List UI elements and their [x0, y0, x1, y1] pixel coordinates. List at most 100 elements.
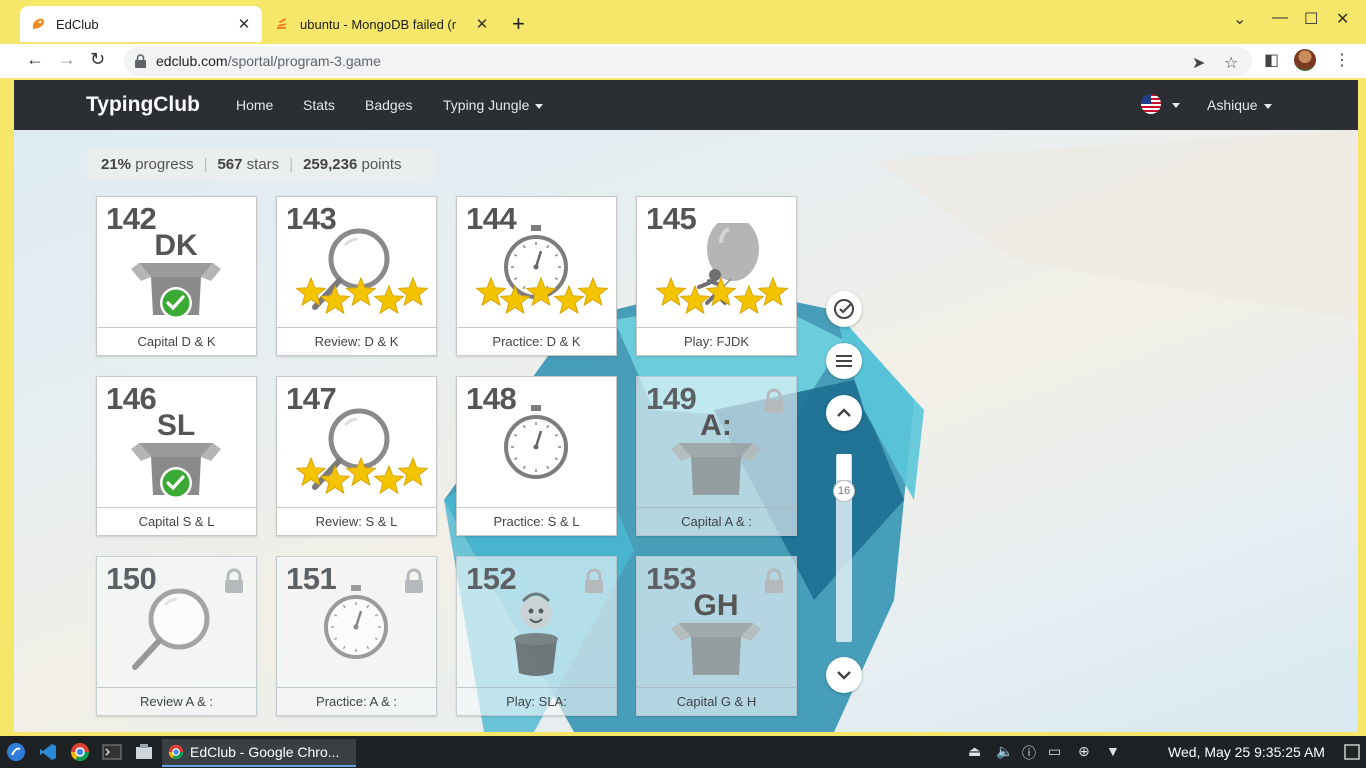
star-icon — [397, 456, 429, 487]
lesson-card-146[interactable]: SL 146 Capital S & L — [96, 376, 257, 536]
wifi-icon[interactable]: ▼ — [1106, 743, 1120, 759]
lesson-number: 150 — [106, 561, 157, 596]
lesson-number: 147 — [286, 381, 337, 416]
volume-icon[interactable]: 🔈 — [996, 743, 1013, 760]
add-icon[interactable]: ⊕ — [1078, 743, 1090, 760]
lesson-number: 144 — [466, 201, 517, 236]
lesson-number: 152 — [466, 561, 517, 596]
tab-title: ubuntu - MongoDB failed (r — [300, 16, 457, 32]
stopwatch-icon — [475, 225, 609, 315]
lesson-card-151[interactable]: 151 Practice: A & : — [276, 556, 437, 716]
system-clock: Wed, May 25 9:35:25 AM — [1168, 744, 1325, 760]
magnifier-icon — [295, 228, 429, 315]
bookmark-star-icon[interactable]: ☆ — [1224, 53, 1238, 73]
star-icon — [679, 284, 711, 315]
eject-icon[interactable]: ⏏ — [968, 743, 981, 760]
taskbar-chrome-window[interactable]: EdClub - Google Chro... — [162, 739, 356, 767]
star-icon — [397, 276, 429, 307]
files-icon[interactable] — [134, 742, 154, 762]
minimize-icon[interactable]: — — [1272, 9, 1288, 27]
typingclub-page: TypingClub Home Stats Badges Typing Jung… — [14, 80, 1358, 732]
lesson-number: 151 — [286, 561, 337, 596]
menu-button[interactable] — [826, 343, 862, 379]
show-desktop-icon[interactable] — [1343, 743, 1361, 761]
lock-icon — [765, 568, 783, 593]
star-icon — [733, 284, 765, 315]
lesson-card-143[interactable]: 143 Review: D & K — [276, 196, 437, 356]
stars-count: 567 — [217, 156, 243, 173]
notification-icon[interactable]: ⓘ — [1022, 743, 1036, 763]
clipboard-icon[interactable]: ▭ — [1048, 743, 1061, 760]
lesson-card-148[interactable]: 148 Practice: S & L — [456, 376, 617, 536]
lesson-number: 146 — [106, 381, 157, 416]
window-close-icon[interactable]: ✕ — [1336, 9, 1349, 29]
url-text: edclub.com/sportal/program-3.game — [156, 53, 381, 69]
tab-ubuntu[interactable]: ubuntu - MongoDB failed (r ✕ — [264, 6, 500, 42]
lesson-title: Play: FJDK — [637, 327, 796, 355]
star-icon — [655, 276, 687, 307]
star-icon — [553, 284, 585, 315]
start-menu-icon[interactable] — [6, 742, 26, 762]
language-dropdown[interactable] — [1166, 96, 1180, 112]
lesson-number: 153 — [646, 561, 697, 596]
lesson-card-145[interactable]: 145 Play: FJDK — [636, 196, 797, 356]
tab-search-chevron-icon[interactable]: ⌄ — [1233, 9, 1246, 29]
lesson-card-153[interactable]: GH 153 Capital G & H — [636, 556, 797, 716]
dropdown-caret-icon — [1263, 103, 1272, 109]
scroll-up-button[interactable] — [826, 395, 862, 431]
scrollbar-thumb[interactable] — [837, 454, 851, 480]
scroll-down-button[interactable] — [826, 657, 862, 693]
maximize-icon[interactable]: ☐ — [1304, 9, 1318, 29]
back-icon[interactable]: ← — [26, 49, 44, 70]
lesson-title: Review: S & L — [277, 507, 436, 535]
browser-toolbar: ← → ↻ edclub.com/sportal/program-3.game … — [0, 44, 1366, 78]
balloon-boy-icon — [655, 223, 789, 315]
pot-creature-icon — [514, 592, 558, 676]
menu-kebab-icon[interactable]: ⋮ — [1334, 50, 1350, 70]
nav-badges[interactable]: Badges — [365, 97, 412, 113]
lesson-card-149[interactable]: A: 149 Capital A & : — [636, 376, 797, 536]
reload-icon[interactable]: ↻ — [90, 49, 105, 70]
nav-stats[interactable]: Stats — [303, 97, 335, 113]
progress-summary: 21% progress | 567 stars | 259,236 point… — [87, 148, 434, 181]
close-tab-icon[interactable]: ✕ — [236, 15, 252, 33]
lesson-card-147[interactable]: 147 Review: S & L — [276, 376, 437, 536]
lesson-card-142[interactable]: DK 142 Capital D & K — [96, 196, 257, 356]
stars-label: stars — [246, 156, 280, 173]
chevron-up-icon — [837, 408, 851, 417]
stopwatch-icon — [504, 405, 568, 479]
lesson-number: 145 — [646, 201, 697, 236]
lesson-card-152[interactable]: 152 Play: SLA: — [456, 556, 617, 716]
box-icon: DK — [131, 229, 221, 319]
brand-logo[interactable]: TypingClub — [86, 93, 200, 117]
lesson-card-144[interactable]: 144 Practice: D & K — [456, 196, 617, 356]
us-flag-icon[interactable] — [1141, 94, 1161, 114]
progress-label: progress — [135, 156, 194, 173]
vscode-icon[interactable] — [38, 742, 58, 762]
nav-typing-jungle[interactable]: Typing Jungle — [443, 97, 544, 113]
box-icon: A: — [671, 409, 761, 495]
star-icon — [373, 464, 405, 495]
send-icon[interactable]: ➤ — [1192, 53, 1205, 73]
lesson-number: 142 — [106, 201, 157, 236]
site-navbar: TypingClub Home Stats Badges Typing Jung… — [14, 80, 1358, 130]
goals-button[interactable] — [826, 291, 862, 327]
lesson-title: Capital A & : — [637, 507, 796, 535]
lesson-card-150[interactable]: 150 Review A & : — [96, 556, 257, 716]
scroll-position-badge: 16 — [833, 480, 855, 502]
user-menu[interactable]: Ashique — [1207, 97, 1272, 113]
new-tab-icon[interactable]: + — [512, 11, 525, 37]
tab-edclub[interactable]: EdClub ✕ — [20, 6, 262, 42]
nav-home[interactable]: Home — [236, 97, 273, 113]
forward-icon[interactable]: → — [58, 49, 76, 70]
terminal-icon[interactable] — [102, 742, 122, 762]
close-tab-icon[interactable]: ✕ — [474, 15, 490, 33]
lesson-title: Practice: S & L — [457, 507, 616, 535]
dropdown-caret-icon — [535, 103, 544, 109]
edclub-favicon-icon — [30, 16, 46, 32]
chrome-icon[interactable] — [70, 742, 90, 762]
profile-avatar[interactable] — [1294, 49, 1316, 71]
side-panel-icon[interactable]: ◧ — [1264, 50, 1279, 70]
address-bar[interactable]: edclub.com/sportal/program-3.game ➤ ☆ — [124, 47, 1252, 76]
checkmark-icon — [160, 467, 192, 499]
